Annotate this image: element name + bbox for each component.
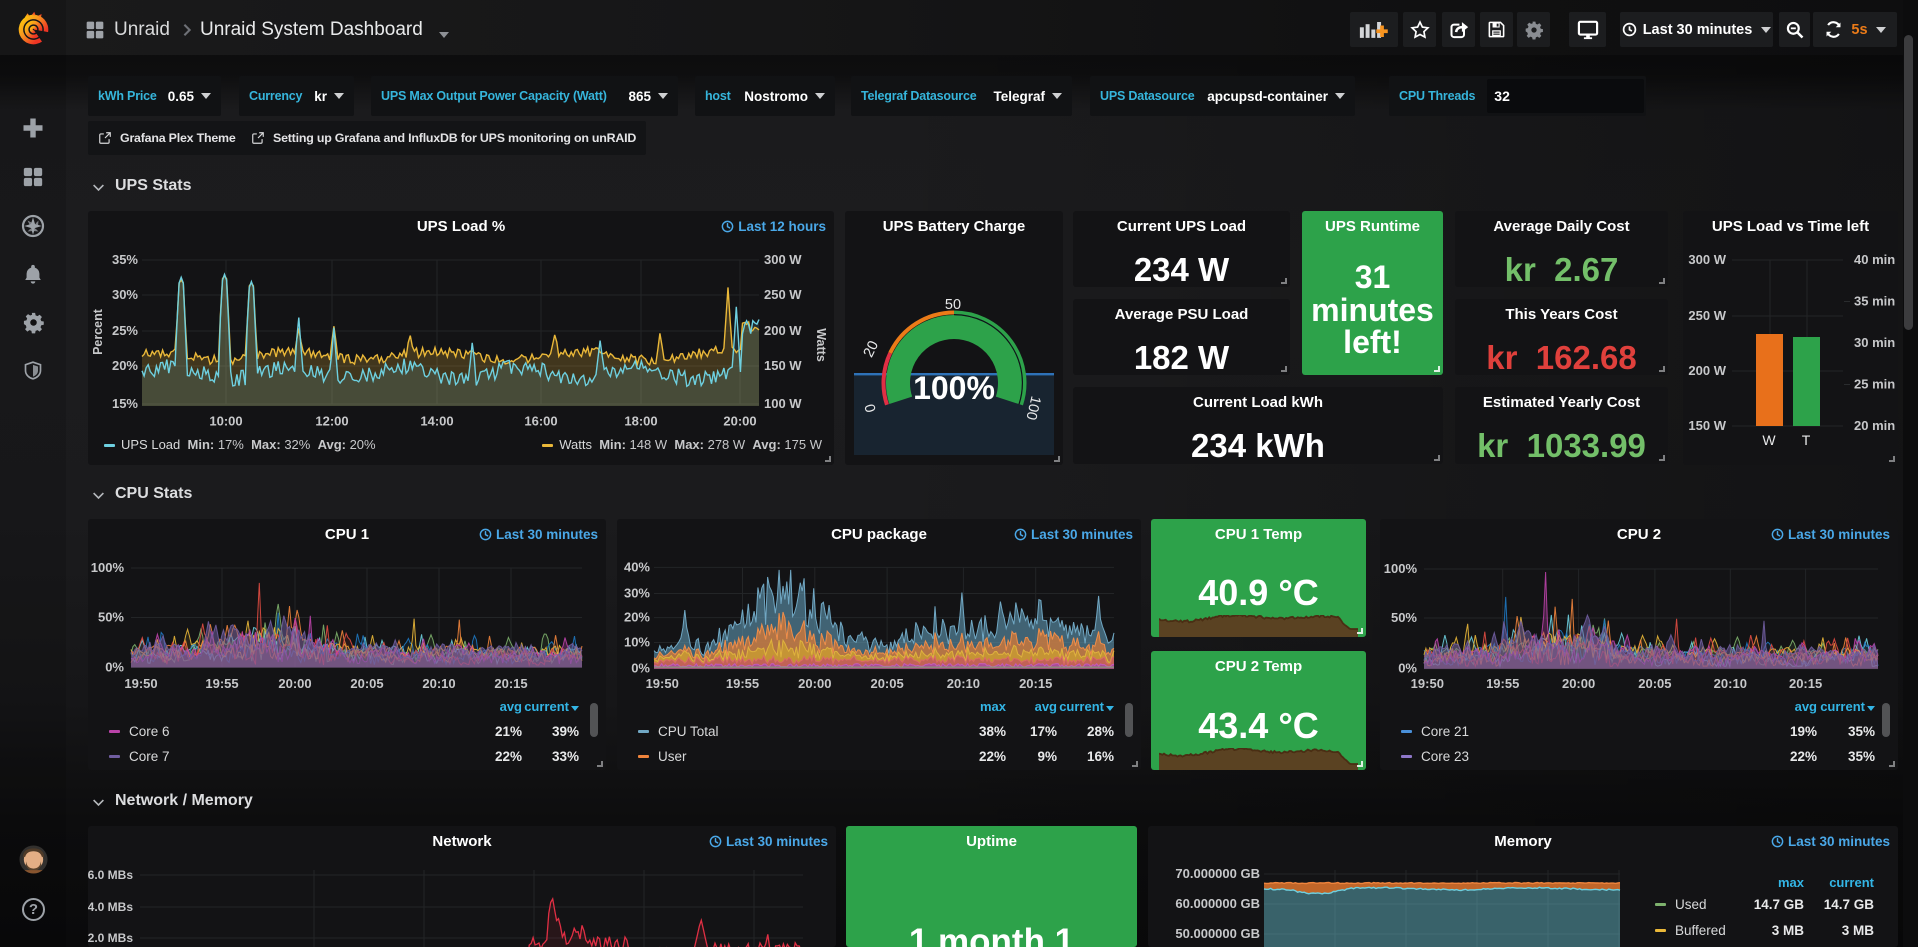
svg-text:20%: 20%	[112, 358, 138, 373]
svg-text:0%: 0%	[631, 661, 650, 676]
svg-text:20:00: 20:00	[1562, 676, 1595, 691]
svg-text:20:05: 20:05	[870, 676, 903, 691]
svg-text:Percent: Percent	[91, 308, 105, 355]
svg-text:20:15: 20:15	[1789, 676, 1822, 691]
svg-text:2.0 MBs: 2.0 MBs	[88, 931, 133, 945]
svg-text:20:10: 20:10	[947, 676, 980, 691]
svg-text:50%: 50%	[1391, 610, 1417, 625]
svg-text:20:10: 20:10	[422, 676, 455, 691]
svg-text:20 min: 20 min	[1854, 418, 1895, 433]
svg-text:300 W: 300 W	[764, 252, 802, 267]
svg-text:35 min: 35 min	[1854, 294, 1895, 309]
svg-text:250 W: 250 W	[764, 287, 802, 302]
svg-text:20:15: 20:15	[494, 676, 527, 691]
svg-text:200 W: 200 W	[764, 323, 802, 338]
svg-text:300 W: 300 W	[1688, 252, 1726, 267]
svg-text:6.0 MBs: 6.0 MBs	[88, 868, 133, 882]
svg-text:Watts: Watts	[814, 328, 828, 362]
svg-text:150 W: 150 W	[1688, 418, 1726, 433]
svg-text:19:50: 19:50	[1411, 676, 1444, 691]
svg-text:100 W: 100 W	[764, 396, 802, 411]
svg-text:20:10: 20:10	[1714, 676, 1747, 691]
svg-text:20%: 20%	[624, 610, 650, 625]
svg-text:50: 50	[945, 297, 961, 313]
svg-text:16:00: 16:00	[524, 414, 557, 429]
svg-text:19:50: 19:50	[124, 676, 157, 691]
svg-text:4.0 MBs: 4.0 MBs	[88, 900, 133, 914]
svg-text:0%: 0%	[1398, 661, 1417, 676]
svg-text:50%: 50%	[98, 610, 124, 625]
svg-text:0%: 0%	[105, 660, 124, 675]
svg-text:20:00: 20:00	[278, 676, 311, 691]
svg-text:100%: 100%	[913, 370, 995, 406]
svg-text:60.000000 GB: 60.000000 GB	[1175, 896, 1260, 911]
svg-text:25%: 25%	[112, 323, 138, 338]
svg-text:19:55: 19:55	[1486, 676, 1519, 691]
svg-text:30%: 30%	[624, 586, 650, 601]
svg-text:30%: 30%	[112, 287, 138, 302]
svg-text:12:00: 12:00	[315, 414, 348, 429]
svg-text:19:55: 19:55	[726, 676, 759, 691]
svg-text:200 W: 200 W	[1688, 363, 1726, 378]
svg-text:50.000000 GB: 50.000000 GB	[1175, 926, 1260, 941]
svg-text:19:50: 19:50	[646, 676, 679, 691]
svg-text:20: 20	[861, 338, 882, 360]
svg-text:14:00: 14:00	[420, 414, 453, 429]
svg-text:35%: 35%	[112, 252, 138, 267]
svg-text:40 min: 40 min	[1854, 252, 1895, 267]
svg-text:20:15: 20:15	[1019, 676, 1052, 691]
svg-text:100%: 100%	[91, 560, 125, 575]
svg-text:250 W: 250 W	[1688, 308, 1726, 323]
svg-text:15%: 15%	[112, 396, 138, 411]
svg-text:100%: 100%	[1384, 561, 1418, 576]
svg-text:70.000000 GB: 70.000000 GB	[1175, 866, 1260, 881]
svg-text:25 min: 25 min	[1854, 377, 1895, 392]
svg-text:20:00: 20:00	[723, 414, 756, 429]
svg-text:18:00: 18:00	[624, 414, 657, 429]
svg-text:10%: 10%	[624, 635, 650, 650]
svg-text:20:05: 20:05	[350, 676, 383, 691]
svg-text:10:00: 10:00	[209, 414, 242, 429]
svg-text:20:05: 20:05	[1638, 676, 1671, 691]
svg-text:19:55: 19:55	[205, 676, 238, 691]
svg-text:40%: 40%	[624, 559, 650, 574]
svg-text:W: W	[1762, 432, 1776, 448]
svg-text:150 W: 150 W	[764, 358, 802, 373]
svg-text:T: T	[1802, 432, 1811, 448]
svg-text:30 min: 30 min	[1854, 335, 1895, 350]
svg-text:20:00: 20:00	[798, 676, 831, 691]
